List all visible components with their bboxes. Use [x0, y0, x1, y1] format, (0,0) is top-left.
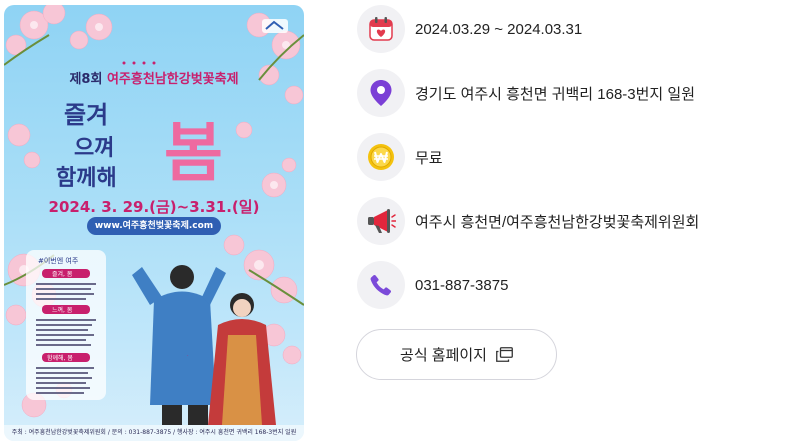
poster-footer: 주최 : 여주흥천남한강벚꽃축제위원회 / 문의 : 031-887-3875 …	[4, 425, 304, 441]
poster-slogan-big: 봄	[164, 117, 223, 191]
official-homepage-label: 공식 홈페이지	[400, 347, 487, 364]
poster-program-title: #이번엔 여주	[38, 256, 79, 265]
poster-section-2: 느껴, 봄	[52, 306, 73, 314]
info-row-date: 2024.03.29 ~ 2024.03.31	[357, 5, 582, 53]
phone-icon	[357, 261, 405, 309]
info-row-address: 경기도 여주시 흥천면 귀백리 168-3번지 일원	[357, 69, 695, 117]
poster-slogan-line-1: 즐겨	[64, 101, 108, 129]
event-fee: 무료	[415, 149, 443, 167]
poster-slogan-line-3: 함께해	[56, 166, 117, 191]
info-row-phone: 031-887-3875	[357, 261, 508, 309]
info-row-host: 여주시 흥천면/여주흥천남한강벚꽃축제위원회	[357, 197, 699, 245]
poster-date: 2024. 3. 29.(금)~3.31.(일)	[48, 198, 260, 216]
poster-edition: 제8회	[69, 72, 103, 87]
event-host: 여주시 흥천면/여주흥천남한강벚꽃축제위원회	[415, 213, 700, 231]
info-row-fee: 무료	[357, 133, 443, 181]
won-coin-icon	[357, 133, 405, 181]
event-phone: 031-887-3875	[415, 276, 509, 294]
poster-section-3: 함께해, 봄	[47, 354, 73, 362]
poster-url: www.여주흥천벚꽃축제.com	[87, 217, 221, 235]
calendar-heart-icon	[357, 5, 405, 53]
festival-poster: 즐겨 으껴 함께해 봄 #이번엔 여주 즐겨, 봄 느껴, 봄 함께해, 봄 ·…	[4, 5, 304, 441]
official-homepage-button[interactable]: 공식 홈페이지	[356, 329, 557, 380]
event-date: 2024.03.29 ~ 2024.03.31	[415, 20, 583, 38]
megaphone-icon	[357, 197, 405, 245]
poster-slogan-line-2: 으껴	[74, 136, 114, 161]
poster-festival-name: 여주흥천남한강벚꽃축제	[106, 72, 239, 87]
event-address: 경기도 여주시 흥천면 귀백리 168-3번지 일원	[415, 85, 696, 103]
poster-performers	[132, 265, 276, 425]
location-pin-icon	[357, 69, 405, 117]
poster-section-1: 즐겨, 봄	[52, 270, 73, 278]
poster-festival-title: 제8회 여주흥천남한강벚꽃축제	[4, 68, 304, 87]
external-window-icon	[496, 347, 513, 362]
